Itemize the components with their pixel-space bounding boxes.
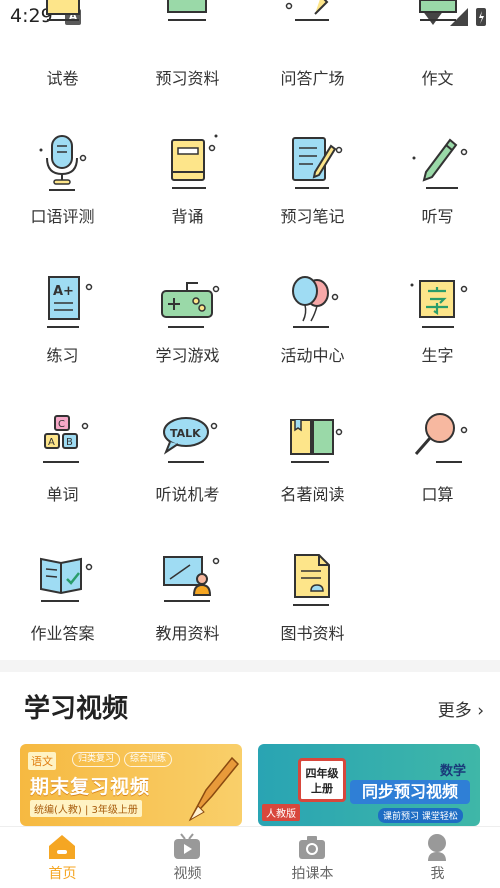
grid-item-qa-square[interactable]: 问答广场 bbox=[250, 0, 375, 110]
grid-label: 学习游戏 bbox=[155, 346, 220, 365]
grid-item-recite[interactable]: 背诵 bbox=[125, 128, 250, 248]
grid-item-homework-answers[interactable]: 作业答案 bbox=[0, 545, 125, 660]
svg-text:TALK: TALK bbox=[170, 427, 201, 440]
grid-item-practice[interactable]: A+ 练习 bbox=[0, 267, 125, 387]
talk-bubble-icon: TALK bbox=[163, 417, 218, 463]
banner-chips: 归类复习 综合训练 bbox=[72, 752, 173, 767]
grid-item-listening-speaking-test[interactable]: TALK 听说机考 bbox=[125, 406, 250, 526]
grid-item-composition[interactable]: 作文 bbox=[375, 0, 500, 110]
banner-subtitle: 课前预习 课堂轻松 bbox=[378, 808, 463, 823]
grid-label: 单词 bbox=[46, 485, 79, 504]
grid-item-teaching-materials[interactable]: 教用资料 bbox=[125, 545, 250, 660]
nav-label: 拍课本 bbox=[291, 866, 334, 882]
grid-item-classics-reading[interactable]: 名著阅读 bbox=[250, 406, 375, 526]
abc-blocks-icon: C A B bbox=[43, 415, 89, 463]
camera-icon bbox=[299, 836, 325, 859]
home-icon bbox=[49, 835, 75, 859]
qa-notebook-icon bbox=[285, 0, 329, 21]
grid-item-oral-test[interactable]: 口语评测 bbox=[0, 128, 125, 248]
books-stack-icon bbox=[167, 0, 207, 21]
grid-item-vocabulary[interactable]: C A B 单词 bbox=[0, 406, 125, 526]
grid-item-mental-math[interactable]: 口算 bbox=[375, 406, 500, 526]
grid-label: 口算 bbox=[421, 485, 454, 504]
answer-book-icon bbox=[40, 557, 93, 602]
grid-label: 预习资料 bbox=[155, 69, 220, 88]
microphone-icon bbox=[39, 135, 87, 191]
nav-home[interactable]: 首页 bbox=[0, 827, 125, 888]
writing-icon bbox=[419, 0, 457, 21]
nav-label: 视频 bbox=[173, 866, 202, 882]
fountain-pen-icon bbox=[188, 756, 240, 822]
subject-tag: 语文 bbox=[28, 752, 56, 770]
grid-item-dictation[interactable]: 听写 bbox=[375, 128, 500, 248]
balloons-icon bbox=[292, 276, 339, 328]
video-banner-sync-preview[interactable]: 四年级 上册 人教版 数学 同步预习视频 课前预习 课堂轻松 bbox=[258, 744, 480, 826]
grid-item-learning-games[interactable]: 学习游戏 bbox=[125, 267, 250, 387]
section-divider bbox=[0, 660, 500, 672]
grid-label: 听写 bbox=[421, 207, 454, 226]
nav-label: 我 bbox=[430, 866, 445, 882]
svg-text:B: B bbox=[66, 437, 73, 448]
profile-icon bbox=[428, 834, 446, 861]
banner-chip: 归类复习 bbox=[72, 752, 121, 767]
grade-badge: 四年级 上册 bbox=[298, 758, 346, 802]
grid-item-new-characters[interactable]: 生字 bbox=[375, 267, 500, 387]
badge-volume: 上册 bbox=[311, 782, 333, 795]
grid-label: 预习笔记 bbox=[280, 207, 345, 226]
character-card-icon bbox=[410, 280, 468, 328]
book-icon bbox=[171, 134, 218, 189]
chevron-right-icon: › bbox=[477, 701, 484, 721]
nav-label: 首页 bbox=[48, 866, 77, 882]
grid-label: 图书资料 bbox=[280, 624, 345, 643]
grid-label: 试卷 bbox=[46, 69, 79, 88]
banner-title: 同步预习视频 bbox=[350, 780, 470, 804]
exam-paper-icon bbox=[46, 0, 80, 21]
banner-subtitle: 统编(人教) | 3年级上册 bbox=[30, 800, 142, 817]
grid-label: 名著阅读 bbox=[280, 485, 345, 504]
grade-paper-icon: A+ bbox=[47, 276, 93, 328]
grid-label: 活动中心 bbox=[280, 346, 345, 365]
grid-label: 作业答案 bbox=[30, 624, 95, 643]
grid-item-exam[interactable]: 试卷 bbox=[0, 0, 125, 110]
banner-title: 期末复习视频 bbox=[30, 776, 151, 798]
video-banner-final-review[interactable]: 语文 归类复习 综合训练 期末复习视频 统编(人教) | 3年级上册 bbox=[20, 744, 242, 826]
grid-label: 教用资料 bbox=[155, 624, 220, 643]
nav-me[interactable]: 我 bbox=[375, 827, 500, 888]
video-section-title: 学习视频 bbox=[24, 694, 129, 724]
grid-label: 生字 bbox=[421, 346, 454, 365]
gamepad-icon bbox=[161, 282, 220, 328]
tv-icon bbox=[174, 833, 200, 859]
grid-item-book-materials[interactable]: 图书资料 bbox=[250, 545, 375, 660]
document-icon bbox=[293, 554, 330, 606]
banner-chip: 综合训练 bbox=[124, 752, 173, 767]
svg-text:C: C bbox=[58, 419, 65, 430]
svg-text:A+: A+ bbox=[53, 284, 74, 299]
svg-text:A: A bbox=[48, 437, 55, 448]
grid-label: 作文 bbox=[421, 69, 454, 88]
pen-icon bbox=[412, 138, 468, 189]
edition-tag: 人教版 bbox=[262, 804, 300, 821]
badge-grade: 四年级 bbox=[305, 767, 339, 780]
nav-photo-textbook[interactable]: 拍课本 bbox=[250, 827, 375, 888]
nav-video[interactable]: 视频 bbox=[125, 827, 250, 888]
grid-label: 口语评测 bbox=[30, 207, 95, 226]
bottom-nav: 首页 视频 拍课本 我 bbox=[0, 826, 500, 888]
grid-label: 听说机考 bbox=[155, 485, 220, 504]
teacher-board-icon bbox=[163, 556, 220, 602]
subject-label: 数学 bbox=[439, 764, 466, 779]
notebook-pencil-icon bbox=[292, 137, 343, 189]
grid-item-activity-center[interactable]: 活动中心 bbox=[250, 267, 375, 387]
magnifier-icon bbox=[414, 413, 468, 463]
more-label: 更多 bbox=[437, 701, 472, 721]
grid-item-preview-materials[interactable]: 预习资料 bbox=[125, 0, 250, 110]
more-videos-link[interactable]: 更多 › bbox=[438, 696, 484, 721]
grid-label: 问答广场 bbox=[280, 69, 345, 88]
grid-item-preview-notes[interactable]: 预习笔记 bbox=[250, 128, 375, 248]
grid-label: 练习 bbox=[46, 346, 79, 365]
grid-label: 背诵 bbox=[171, 207, 204, 226]
feature-grid: 试卷 预习资料 问答广场 作文 口语评测 背诵 预习笔记 听写 A+ 练习 学习… bbox=[0, 0, 500, 660]
open-book-icon bbox=[290, 419, 343, 463]
